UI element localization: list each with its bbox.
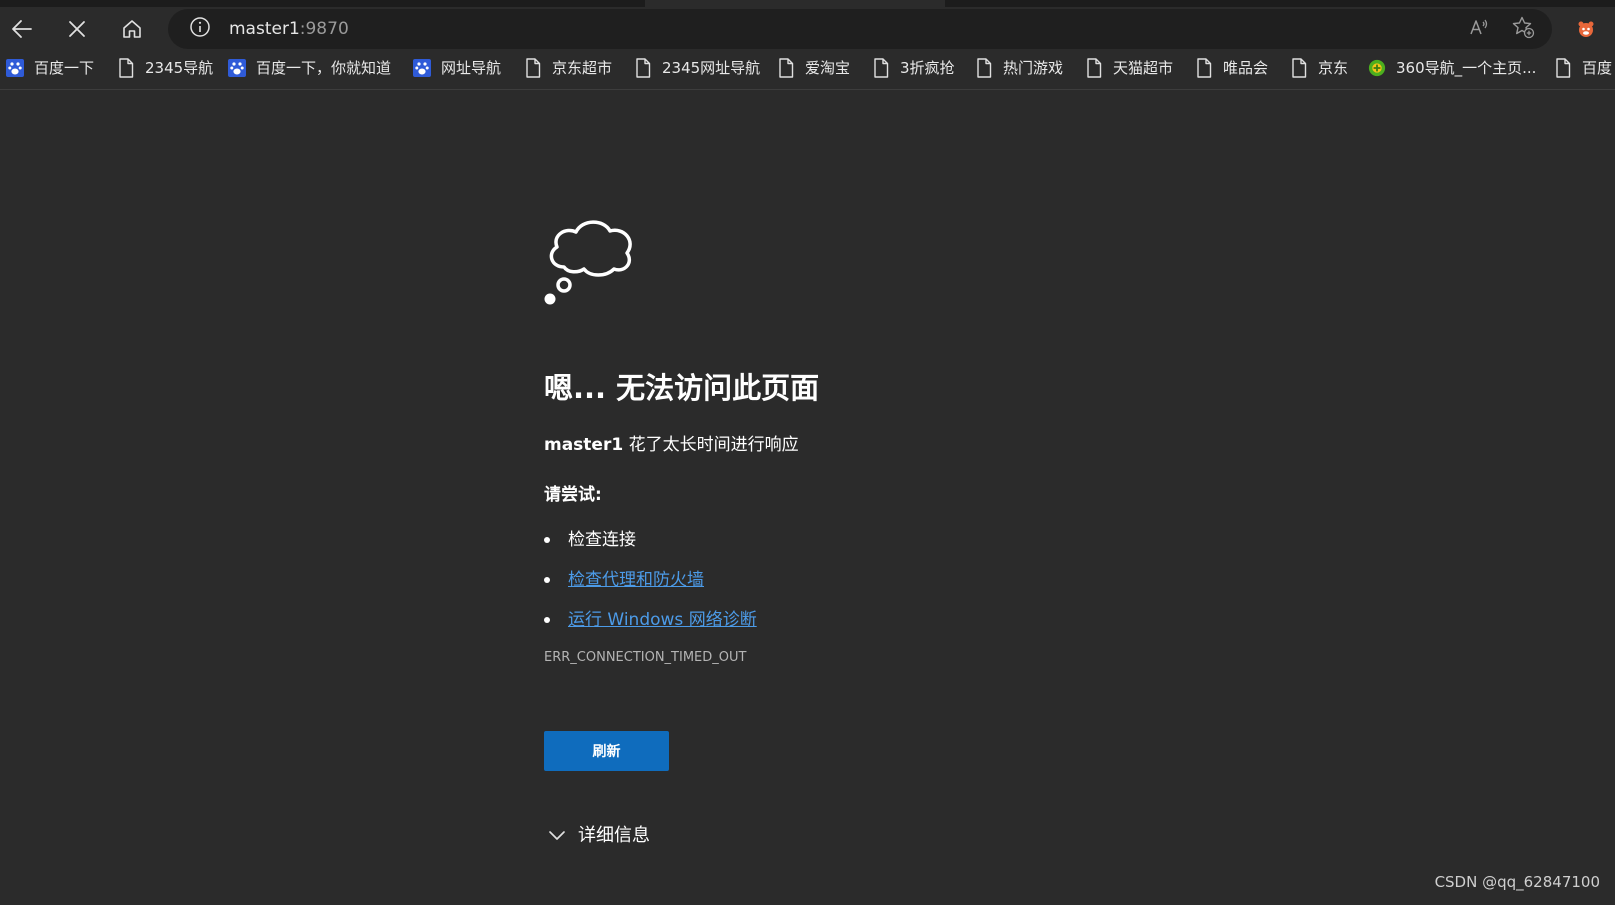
bookmark-item[interactable]: 2345导航 [117,50,213,86]
active-tab-edge [645,0,945,7]
error-message: master1 花了太长时间进行响应 [544,433,799,457]
bookmark-label: 360导航_一个主页... [1396,59,1537,77]
page-icon [1554,58,1572,78]
error-host: master1 [544,435,624,455]
bookmark-item[interactable]: 唯品会 [1195,50,1268,86]
add-favorite-button[interactable] [1511,15,1535,43]
chevron-down-icon [548,827,566,846]
thought-cloud-icon [542,209,638,309]
bullet-icon [544,617,550,623]
back-arrow-icon [11,18,33,40]
bookmark-label: 百度一下 [34,59,95,77]
page-icon [872,58,890,78]
suggestion-item: 检查代理和防火墙 [544,567,704,593]
bookmark-label: 天猫超市 [1113,59,1174,77]
bookmark-item[interactable]: 网址导航 [413,50,501,86]
bookmark-item[interactable]: 百度一下 [6,50,94,86]
bookmark-item[interactable]: 热门游戏 [975,50,1063,86]
bullet-icon [544,537,550,543]
page-icon [1195,58,1213,78]
url-host: master1 [229,19,300,39]
url-port: :9870 [299,19,349,39]
bookmark-item[interactable]: 360导航_一个主页... [1368,50,1536,86]
bookmark-item[interactable]: 天猫超市 [1085,50,1173,86]
bullet-icon [544,577,550,583]
suggestion-check-connection: 检查连接 [568,530,636,550]
error-page: 嗯... 无法访问此页面 master1 花了太长时间进行响应 请尝试: 检查连… [0,91,1615,905]
extension-icon [1576,19,1596,39]
check-proxy-firewall-link[interactable]: 检查代理和防火墙 [568,567,704,593]
try-heading: 请尝试: [544,485,602,505]
bookmark-item[interactable]: 京东 [1290,50,1348,86]
home-button[interactable] [114,11,150,47]
page-icon [777,58,795,78]
add-favorite-icon [1511,15,1535,43]
page-icon [634,58,652,78]
read-aloud-icon [1468,16,1490,42]
bookmark-label: 爱淘宝 [805,59,851,77]
details-toggle[interactable]: 详细信息 [548,821,650,851]
error-description: 花了太长时间进行响应 [623,435,799,455]
bookmark-label: 百度 [1582,59,1613,77]
site-info-button[interactable] [188,17,212,41]
info-icon [189,16,211,42]
extension-button[interactable] [1568,11,1604,47]
page-icon [1085,58,1103,78]
run-network-diagnostics-link[interactable]: 运行 Windows 网络诊断 [568,607,757,633]
bookmark-label: 热门游戏 [1003,59,1064,77]
page-icon [1290,58,1308,78]
bookmark-item[interactable]: 爱淘宝 [777,50,850,86]
url-text[interactable]: master1:9870 [229,18,349,40]
error-code: ERR_CONNECTION_TIMED_OUT [544,650,747,665]
read-aloud-button[interactable] [1467,17,1491,41]
page-title: 嗯... 无法访问此页面 [544,371,820,405]
stop-x-icon [67,19,87,39]
bookmark-label: 唯品会 [1223,59,1269,77]
bookmark-label: 网址导航 [441,59,502,77]
bookmark-label: 2345网址导航 [662,59,761,77]
browser-toolbar: master1:9870 [0,0,1615,50]
back-button[interactable] [4,11,40,47]
bookmark-item[interactable]: 京东超市 [524,50,612,86]
bookmark-label: 百度一下，你就知道 [256,59,392,77]
bookmark-item[interactable]: 百度 [1554,50,1612,86]
watermark-text: CSDN @qq_62847100 [1434,873,1600,891]
suggestion-item: 检查连接 [544,527,636,553]
bookmark-label: 2345导航 [145,59,214,77]
360-icon [1368,58,1386,78]
stop-loading-button[interactable] [59,11,95,47]
address-bar[interactable]: master1:9870 [168,9,1552,49]
baidu-paw-icon [413,58,431,78]
bookmarks-bar: 百度一下 2345导航 百度一下，你就知道 网址导航 京东超市 2345网址导航 [0,50,1615,90]
bookmark-item[interactable]: 2345网址导航 [634,50,760,86]
page-icon [975,58,993,78]
bookmark-label: 京东超市 [552,59,613,77]
bookmark-item[interactable]: 3折疯抢 [872,50,955,86]
baidu-paw-icon [6,58,24,78]
baidu-paw-icon [228,58,246,78]
bookmark-item[interactable]: 百度一下，你就知道 [228,50,391,86]
refresh-button[interactable]: 刷新 [544,731,669,771]
details-label: 详细信息 [578,825,650,846]
page-icon [117,58,135,78]
suggestion-item: 运行 Windows 网络诊断 [544,607,757,633]
home-icon [121,18,143,40]
bookmark-label: 3折疯抢 [900,59,955,77]
bookmark-label: 京东 [1318,59,1349,77]
page-icon [524,58,542,78]
